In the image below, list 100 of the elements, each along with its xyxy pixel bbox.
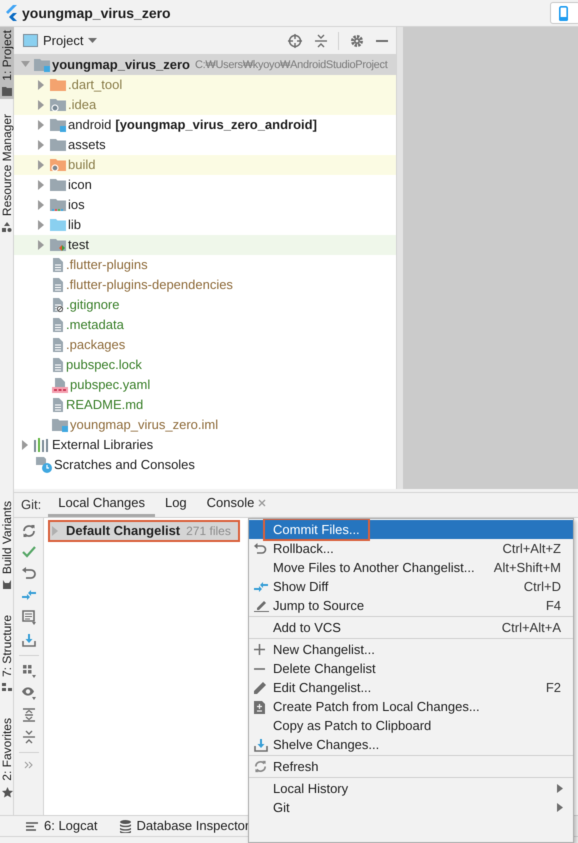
minus-icon: [254, 668, 265, 670]
window-title: youngmap_virus_zero: [22, 4, 171, 23]
file-icon: [52, 297, 64, 313]
item-label: Scratches and Consoles: [54, 456, 195, 474]
collapse-all-icon[interactable]: [315, 34, 327, 48]
menu-item[interactable]: Show Diff Ctrl+D: [249, 577, 573, 596]
menu-item[interactable]: Commit Files...: [249, 520, 573, 539]
database-icon: [120, 820, 130, 832]
undo-icon: [254, 542, 267, 554]
panel-tab[interactable]: Console: [196, 492, 276, 517]
tool-window-tab[interactable]: 6: Logcat: [26, 816, 98, 836]
folder-icon: [50, 138, 66, 152]
item-label: README.md: [66, 396, 144, 414]
folder-icon: [52, 418, 68, 432]
folder-icon: [50, 118, 66, 132]
collapse-all-icon[interactable]: [22, 730, 34, 744]
menu-item[interactable]: Copy as Patch to Clipboard: [249, 716, 573, 735]
menu-item[interactable]: Refresh: [249, 757, 573, 776]
submenu-arrow-icon: [557, 784, 563, 793]
item-label: build: [68, 156, 96, 174]
tree-row[interactable]: .idea: [14, 95, 396, 115]
tree-row[interactable]: .dart_tool: [14, 75, 396, 95]
menu-item[interactable]: Edit Changelist... F2: [249, 678, 573, 697]
file-count: 271 files: [186, 523, 231, 540]
menu-item[interactable]: Shelve Changes...: [249, 735, 573, 754]
comment-icon[interactable]: [22, 610, 36, 625]
diff-icon: [254, 580, 268, 594]
view-dropdown[interactable]: Project: [23, 30, 98, 50]
folder-icon: [2, 86, 12, 96]
folder-icon: [50, 178, 66, 192]
menu-item[interactable]: Delete Changelist: [249, 659, 573, 678]
shortcut-label: Ctrl+Alt+A: [502, 618, 561, 637]
tool-window-tab[interactable]: Database Inspector: [120, 816, 250, 836]
tree-row[interactable]: youngmap_virus_zero C:₩Users₩kyoyo₩AndroidStudioProject: [14, 55, 396, 75]
dropdown-caret-icon: [88, 38, 98, 43]
group-icon[interactable]: [22, 664, 36, 678]
menu-item[interactable]: Jump to Source F4: [249, 596, 573, 615]
module-name: [youngmap_virus_zero_android]: [115, 116, 317, 134]
shortcut-label: F4: [546, 596, 561, 615]
item-label: pubspec.lock: [66, 356, 142, 374]
changelist-name: Default Changelist: [66, 522, 180, 540]
more-icon[interactable]: [24, 761, 34, 769]
tool-window-tab[interactable]: 1: Project: [0, 27, 14, 99]
item-label: .flutter-plugins: [66, 256, 148, 274]
item-label: assets: [68, 136, 106, 154]
menu-item[interactable]: Local History: [249, 779, 573, 798]
download-icon[interactable]: [22, 633, 36, 647]
eye-icon[interactable]: [22, 686, 36, 700]
panel-tab[interactable]: Log: [154, 492, 197, 517]
undo-icon[interactable]: [22, 566, 36, 580]
refresh-icon[interactable]: [22, 524, 36, 538]
item-label: youngmap_virus_zero: [52, 56, 190, 74]
checkmark-icon[interactable]: [22, 546, 36, 558]
folder-icon: [50, 98, 66, 112]
item-label: .gitignore: [66, 296, 120, 314]
item-label: .metadata: [66, 316, 124, 334]
menu-item[interactable]: Create Patch from Local Changes...: [249, 697, 573, 716]
refresh-icon: [254, 760, 267, 773]
expand-all-icon[interactable]: [22, 708, 34, 722]
plus-icon: [254, 644, 265, 655]
panel-label: Git:: [20, 496, 42, 514]
tree-row[interactable]: test: [14, 235, 396, 255]
tool-window-tab[interactable]: 7: Structure: [0, 612, 14, 696]
device-button[interactable]: [550, 2, 578, 24]
item-label: android: [68, 116, 112, 134]
menu-item[interactable]: New Changelist...: [249, 640, 573, 659]
settings-icon[interactable]: [350, 34, 364, 48]
locate-icon[interactable]: [288, 34, 302, 48]
item-label: lib: [68, 216, 82, 234]
scratches-icon: [36, 457, 52, 473]
menu-item[interactable]: Rollback... Ctrl+Alt+Z: [249, 539, 573, 558]
libraries-icon: [34, 438, 50, 452]
item-label: youngmap_virus_zero.iml: [70, 416, 218, 434]
folder-icon: [50, 218, 66, 232]
tool-window-tab[interactable]: Build Variants: [0, 498, 14, 592]
menu-item[interactable]: Git: [249, 798, 573, 817]
diff-icon[interactable]: [22, 588, 36, 602]
panel-tab[interactable]: Local Changes: [48, 492, 155, 517]
submenu-arrow-icon: [557, 803, 563, 812]
yaml-file-icon: [52, 377, 68, 393]
tool-window-tab[interactable]: Resource Manager: [0, 110, 14, 235]
item-label: .packages: [66, 336, 126, 354]
item-label: .idea: [68, 96, 96, 114]
shortcut-label: Alt+Shift+M: [494, 558, 561, 577]
menu-item[interactable]: Move Files to Another Changelist... Alt+Shift+M: [249, 558, 573, 577]
close-icon[interactable]: [258, 499, 266, 507]
tool-window-tab[interactable]: 2: Favorites: [0, 715, 14, 801]
folder-icon: [50, 198, 66, 212]
tree-row[interactable]: build: [14, 155, 396, 175]
item-label: test: [68, 236, 89, 254]
minimize-icon[interactable]: [376, 40, 388, 42]
menu-item[interactable]: Add to VCS Ctrl+Alt+A: [249, 618, 573, 637]
file-icon: [52, 257, 64, 273]
download-icon: [254, 738, 268, 752]
item-label: ios: [68, 196, 85, 214]
item-label: pubspec.yaml: [70, 376, 150, 394]
pencil-icon: [254, 681, 267, 694]
file-icon: [52, 337, 64, 353]
shortcut-label: Ctrl+Alt+Z: [502, 540, 561, 558]
changelist-row[interactable]: Default Changelist 271 files: [48, 520, 240, 542]
